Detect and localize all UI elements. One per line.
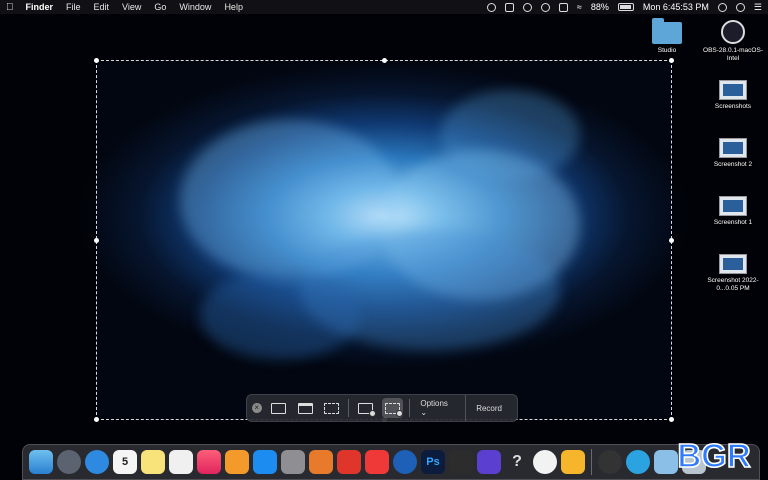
- dock: 5 Ps ?: [22, 444, 760, 480]
- screenshot-icon: [719, 254, 747, 274]
- record-entire-screen-button[interactable]: [355, 398, 377, 418]
- capture-selection[interactable]: [94, 58, 674, 422]
- cloud-sync-icon[interactable]: [558, 2, 568, 12]
- record-selection-icon: [385, 402, 404, 417]
- timer-icon[interactable]: [522, 2, 532, 12]
- resize-handle-top-left[interactable]: [94, 58, 99, 63]
- chrome-icon[interactable]: [533, 450, 557, 474]
- desktop-item-label: Screenshot 2022-0...0.05 PM: [707, 277, 759, 292]
- desktop-item-label: Screenshot 1: [713, 219, 753, 226]
- photoshop-icon[interactable]: Ps: [421, 450, 445, 474]
- notification-center-icon[interactable]: ☰: [754, 2, 762, 13]
- app-store-icon[interactable]: [253, 450, 277, 474]
- spark-icon[interactable]: [309, 450, 333, 474]
- menu-help[interactable]: Help: [224, 2, 243, 12]
- screenshot-icon: [719, 138, 747, 158]
- screen-icon: [270, 402, 286, 414]
- desktop-item-label: OBS-28.0.1-macOS-Intel: [703, 47, 763, 62]
- battery-icon[interactable]: [617, 3, 634, 11]
- prime-video-icon[interactable]: [393, 450, 417, 474]
- proton-vpn-icon[interactable]: [477, 450, 501, 474]
- desktop-item-label: Screenshots: [714, 103, 752, 110]
- menu-view[interactable]: View: [122, 2, 141, 12]
- dock-divider: [591, 449, 592, 475]
- menu-bar:  Finder File Edit View Go Window Help ≈…: [0, 0, 768, 14]
- record-selection-button[interactable]: [382, 398, 404, 418]
- desktop-item-screenshots[interactable]: Screenshots: [702, 80, 764, 111]
- storage-icon[interactable]: [504, 2, 514, 12]
- capture-entire-screen-button[interactable]: [268, 398, 289, 418]
- desktop-item-screenshot-1[interactable]: Screenshot 1: [702, 196, 764, 227]
- desktop-item-label: Studio: [657, 47, 677, 54]
- desktop-item-obs[interactable]: OBS-28.0.1-macOS-Intel: [702, 20, 764, 63]
- finder-icon[interactable]: [29, 450, 53, 474]
- menu-app-name[interactable]: Finder: [26, 2, 54, 12]
- menu-edit[interactable]: Edit: [94, 2, 110, 12]
- capture-selection-button[interactable]: [322, 398, 343, 418]
- calendar-icon[interactable]: 5: [113, 450, 137, 474]
- menu-file[interactable]: File: [66, 2, 81, 12]
- safari-icon[interactable]: [85, 450, 109, 474]
- screenshot-icon: [719, 196, 747, 216]
- menu-go[interactable]: Go: [154, 2, 166, 12]
- help-icon[interactable]: ?: [505, 450, 529, 474]
- siri-icon[interactable]: [735, 2, 745, 12]
- vivaldi-icon[interactable]: [365, 450, 389, 474]
- slides-icon[interactable]: [337, 450, 361, 474]
- obs-dock-icon[interactable]: [598, 450, 622, 474]
- sketch-icon[interactable]: [561, 450, 585, 474]
- menu-window[interactable]: Window: [179, 2, 211, 12]
- vpn-icon[interactable]: [540, 2, 550, 12]
- telegram-icon[interactable]: [626, 450, 650, 474]
- music-icon[interactable]: [197, 450, 221, 474]
- notes-icon[interactable]: [141, 450, 165, 474]
- desktop-item-studio[interactable]: Studio: [636, 18, 698, 55]
- creative-cloud-icon[interactable]: [486, 2, 496, 12]
- wifi-icon[interactable]: ≈: [577, 2, 582, 12]
- options-dropdown[interactable]: Options ⌄: [416, 399, 459, 417]
- reminders-icon[interactable]: [169, 450, 193, 474]
- resize-handle-top-right[interactable]: [669, 58, 674, 63]
- battery-percent: 88%: [590, 2, 609, 12]
- record-screen-icon: [358, 402, 377, 417]
- desktop-item-screenshot-2022[interactable]: Screenshot 2022-0...0.05 PM: [702, 254, 764, 293]
- desktop-item-label: Screenshot 2: [713, 161, 753, 168]
- resize-handle-bottom-right[interactable]: [669, 417, 674, 422]
- books-icon[interactable]: [225, 450, 249, 474]
- screenshots-folder-icon: [719, 80, 747, 100]
- options-label: Options: [420, 399, 448, 408]
- selection-icon: [324, 402, 340, 414]
- menu-clock[interactable]: Mon 6:45:53 PM: [643, 2, 709, 12]
- close-icon[interactable]: ×: [252, 403, 262, 413]
- resize-handle-bottom-left[interactable]: [94, 417, 99, 422]
- window-icon: [297, 402, 313, 414]
- screenshot-toolbar: × Options ⌄ Record: [246, 394, 518, 422]
- resize-handle-top[interactable]: [382, 58, 387, 63]
- figma-icon[interactable]: [449, 450, 473, 474]
- chevron-down-icon: ⌄: [420, 408, 428, 417]
- desktop-item-screenshot-2[interactable]: Screenshot 2: [702, 138, 764, 169]
- spotlight-icon[interactable]: [717, 2, 727, 12]
- toolbar-divider: [348, 399, 350, 417]
- folder-icon: [652, 18, 682, 44]
- record-button[interactable]: Record: [465, 395, 512, 421]
- apple-menu-icon[interactable]: : [6, 2, 14, 13]
- system-preferences-icon[interactable]: [281, 450, 305, 474]
- resize-handle-right[interactable]: [669, 238, 674, 243]
- capture-window-button[interactable]: [295, 398, 316, 418]
- resize-handle-left[interactable]: [94, 238, 99, 243]
- toolbar-divider: [409, 399, 411, 417]
- bgr-logo: BGR: [677, 436, 752, 475]
- launchpad-icon[interactable]: [57, 450, 81, 474]
- obs-icon: [721, 20, 745, 44]
- svg-text:BGR: BGR: [677, 437, 751, 474]
